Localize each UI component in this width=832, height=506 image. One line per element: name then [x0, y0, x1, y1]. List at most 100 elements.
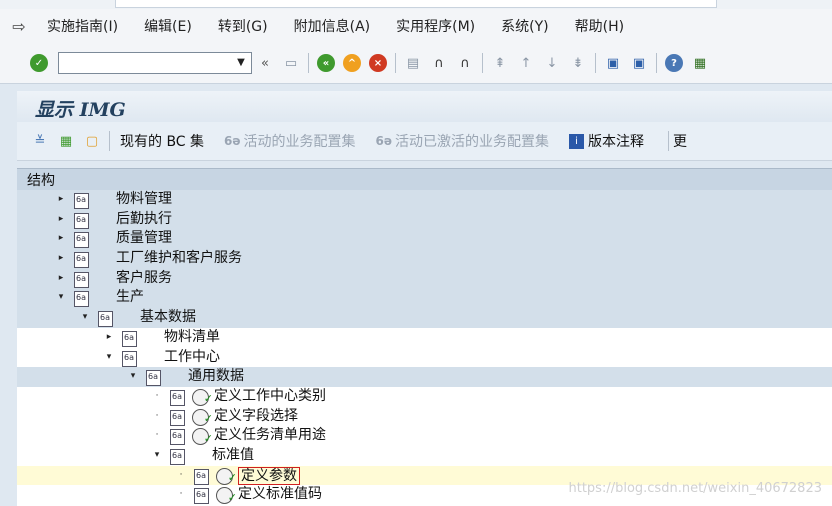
tree-row[interactable]: ▸ 质量管理	[17, 229, 832, 250]
command-field[interactable]: ▼	[58, 52, 252, 74]
documentation-icon[interactable]	[74, 291, 89, 308]
history-back-icon[interactable]: «	[252, 50, 278, 76]
shortcut-icon[interactable]: ▣	[626, 50, 652, 76]
documentation-icon[interactable]	[122, 330, 137, 347]
collapse-arrow-icon[interactable]: ▾	[128, 367, 138, 387]
tree-row[interactable]: ▾ 基本数据	[17, 308, 832, 328]
documentation-icon[interactable]	[194, 468, 209, 485]
chevron-down-icon[interactable]: ▼	[233, 53, 249, 73]
tree-row[interactable]: · 定义工作中心类别	[17, 387, 832, 409]
tree-node-label[interactable]: 后勤执行	[116, 210, 172, 230]
tree-row[interactable]: ▾ 生产	[17, 288, 832, 309]
documentation-icon[interactable]	[74, 252, 89, 269]
tree-node-label[interactable]: 定义工作中心类别	[214, 387, 326, 407]
tree-row[interactable]: · 定义任务清单用途	[17, 426, 832, 448]
tree-node-label[interactable]: 客户服务	[116, 269, 172, 289]
collapse-arrow-icon[interactable]: ▾	[152, 446, 162, 466]
tree-node-label[interactable]: 质量管理	[116, 229, 172, 249]
tree-node-label[interactable]: 物料管理	[116, 190, 172, 210]
menu-help[interactable]: 帮助(H)	[562, 16, 637, 36]
folder-icon[interactable]: ▢	[79, 128, 105, 154]
new-session-icon[interactable]: ▣	[600, 50, 626, 76]
documentation-icon[interactable]	[170, 389, 185, 406]
documentation-icon[interactable]	[74, 271, 89, 288]
documentation-icon[interactable]	[98, 311, 113, 328]
menu-additional-info[interactable]: 附加信息(A)	[281, 16, 384, 36]
help-icon[interactable]: ?	[661, 50, 687, 76]
menu-utilities[interactable]: 实用程序(M)	[383, 16, 488, 36]
documentation-icon[interactable]	[74, 212, 89, 229]
expand-arrow-icon[interactable]: ▸	[56, 190, 66, 210]
execute-activity-icon[interactable]	[216, 487, 237, 506]
find-icon[interactable]: ∩	[426, 50, 452, 76]
expand-arrow-icon[interactable]: ▸	[56, 210, 66, 230]
tree-node-label[interactable]: 通用数据	[188, 367, 244, 387]
menu-edit[interactable]: 编辑(E)	[131, 16, 205, 36]
tree-node-label[interactable]: 标准值	[212, 446, 254, 466]
documentation-icon[interactable]	[170, 448, 185, 465]
tree-row[interactable]: ▾ 工作中心	[17, 348, 832, 368]
tree-node-label[interactable]: 工厂维护和客户服务	[116, 249, 242, 269]
tree-row[interactable]: · 定义字段选择	[17, 407, 832, 429]
expand-arrow-icon[interactable]: ▸	[104, 328, 114, 348]
tree-row[interactable]: ▸ 物料管理	[17, 190, 832, 210]
next-page-icon[interactable]: ↓	[539, 50, 565, 76]
current-bc-set-button[interactable]: 现有的 BC 集	[120, 131, 204, 151]
last-page-icon[interactable]: ⇟	[565, 50, 591, 76]
tree-node-label[interactable]: 定义任务清单用途	[214, 426, 326, 446]
activated-bc-set-button[interactable]: 6ə 活动已激活的业务配置集	[376, 131, 550, 151]
enter-icon[interactable]: ✓	[26, 50, 52, 76]
tree-node-label[interactable]: 定义参数	[238, 466, 300, 485]
execute-activity-icon[interactable]	[192, 408, 213, 429]
tree-node-label[interactable]: 物料清单	[164, 328, 220, 348]
separator	[395, 53, 396, 73]
tree-node-label[interactable]: 定义字段选择	[214, 407, 298, 427]
execute-activity-icon[interactable]	[192, 428, 213, 448]
tree-header-label: 结构	[27, 173, 55, 189]
exit-icon[interactable]: ⇨	[4, 17, 34, 36]
first-page-icon[interactable]: ⇞	[487, 50, 513, 76]
previous-page-icon[interactable]: ↑	[513, 50, 539, 76]
tree-row[interactable]: ▸ 后勤执行	[17, 209, 832, 230]
expand-subtree-icon[interactable]: ≚	[27, 128, 53, 154]
documentation-icon[interactable]	[74, 193, 89, 209]
release-notes-button[interactable]: i 版本注释	[569, 131, 644, 151]
tree-row[interactable]: ▸ 客户服务	[17, 268, 832, 289]
documentation-icon[interactable]	[146, 370, 161, 387]
documentation-icon[interactable]	[170, 409, 185, 426]
menu-goto[interactable]: 转到(G)	[205, 16, 281, 36]
tree-row[interactable]: ▾ 通用数据	[17, 367, 832, 387]
menu-implementation-guide[interactable]: 实施指南(I)	[34, 16, 131, 36]
more-button[interactable]: 更	[673, 131, 687, 151]
menu-system[interactable]: 系统(Y)	[488, 16, 561, 36]
collapse-arrow-icon[interactable]: ▾	[80, 308, 90, 328]
tree-node-label[interactable]: 生产	[116, 288, 144, 308]
find-next-icon[interactable]: ∩	[452, 50, 478, 76]
back-icon[interactable]: «	[313, 50, 339, 76]
separator	[482, 53, 483, 73]
tree-node-label[interactable]: 定义标准值码	[238, 485, 322, 505]
tree-node-label[interactable]: 工作中心	[164, 348, 220, 368]
tree-row[interactable]: ▸ 工厂维护和客户服务	[17, 249, 832, 269]
documentation-icon[interactable]	[194, 488, 209, 505]
print-icon[interactable]: ▤	[400, 50, 426, 76]
expand-arrow-icon[interactable]: ▸	[56, 229, 66, 249]
tree-node-label[interactable]: 基本数据	[140, 308, 196, 328]
exit-icon[interactable]: ^	[339, 50, 365, 76]
active-bc-set-button[interactable]: 6ə 活动的业务配置集	[224, 131, 356, 151]
tree-row[interactable]: ▸ 物料清单	[17, 328, 832, 348]
save-icon[interactable]: ▭	[278, 50, 304, 76]
execute-activity-icon[interactable]	[192, 388, 213, 409]
tree-row[interactable]: ▾ 标准值	[17, 446, 832, 466]
expand-arrow-icon[interactable]: ▸	[56, 249, 66, 269]
documentation-icon[interactable]	[74, 232, 89, 249]
collapse-arrow-icon[interactable]: ▾	[56, 288, 66, 308]
documentation-icon[interactable]	[170, 429, 185, 446]
execute-activity-icon[interactable]	[216, 467, 237, 488]
bc-set-icon[interactable]: ▦	[53, 128, 79, 154]
collapse-arrow-icon[interactable]: ▾	[104, 348, 114, 368]
cancel-icon[interactable]: ×	[365, 50, 391, 76]
layout-menu-icon[interactable]: ▦	[687, 50, 713, 76]
documentation-icon[interactable]	[122, 350, 137, 367]
expand-arrow-icon[interactable]: ▸	[56, 269, 66, 289]
